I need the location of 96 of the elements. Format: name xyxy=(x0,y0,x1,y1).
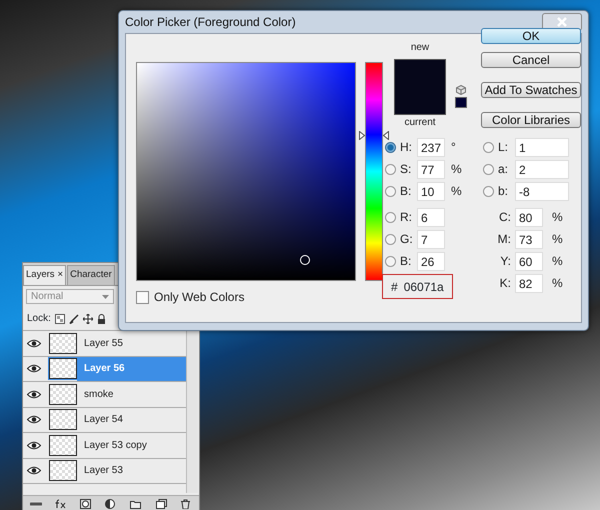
field-label: Y: xyxy=(499,253,512,270)
input-field[interactable]: 73 xyxy=(515,230,543,248)
field-label: S: xyxy=(400,161,412,178)
radio-button[interactable] xyxy=(385,256,396,266)
input-field[interactable]: 10 xyxy=(417,182,445,200)
dialog-button[interactable]: Cancel xyxy=(481,52,581,68)
panel-tab[interactable]: Layers × xyxy=(23,265,66,285)
color-field[interactable] xyxy=(136,62,356,281)
unit-label: % xyxy=(552,209,563,226)
dialog-button[interactable]: Add To Swatches xyxy=(481,82,581,98)
new-label: new xyxy=(410,41,430,55)
current-label: current xyxy=(404,116,436,130)
layer-thumbnail[interactable] xyxy=(49,358,77,380)
layer-name[interactable]: Layer 55 xyxy=(77,331,186,356)
unit-label: % xyxy=(552,253,563,270)
eye-icon[interactable] xyxy=(27,338,41,348)
layer-name[interactable]: Layer 53 copy xyxy=(77,433,186,458)
field-label: B: xyxy=(400,183,412,200)
input-field[interactable]: 7 xyxy=(417,230,445,248)
layer-thumbnail[interactable] xyxy=(49,332,77,354)
field-label: B: xyxy=(400,253,412,270)
layer-thumbnail[interactable] xyxy=(49,460,77,482)
field-label: a: xyxy=(498,161,510,178)
input-field[interactable]: 2 xyxy=(515,160,569,178)
unit-label: % xyxy=(552,275,563,292)
field-label: R: xyxy=(400,209,413,226)
adjustment-icon[interactable] xyxy=(104,498,117,508)
eye-icon[interactable] xyxy=(27,466,41,476)
radio-button[interactable] xyxy=(385,212,396,222)
hex-label: # xyxy=(391,278,398,296)
eye-icon[interactable] xyxy=(27,364,41,374)
window-title: Color Picker (Foreground Color) xyxy=(125,14,296,31)
trash-icon[interactable] xyxy=(180,498,192,508)
field-label: L: xyxy=(498,139,510,156)
eye-icon[interactable] xyxy=(27,390,41,399)
layer-name[interactable]: smoke xyxy=(77,382,186,406)
brush-icon[interactable] xyxy=(68,314,79,324)
tab-label: Layers xyxy=(26,268,55,282)
hex-value: 06071a xyxy=(404,278,444,296)
input-field[interactable]: 82 xyxy=(515,274,543,292)
close-icon xyxy=(557,17,567,27)
layer-name[interactable]: Layer 54 xyxy=(77,408,186,432)
radio-button[interactable] xyxy=(385,234,396,244)
hue-slider-track[interactable] xyxy=(365,62,383,281)
input-field[interactable]: 77 xyxy=(417,160,445,178)
radio-button[interactable] xyxy=(385,142,396,152)
unit-label: % xyxy=(552,231,563,248)
tab-close[interactable]: × xyxy=(58,268,64,283)
checkbox[interactable] xyxy=(136,290,149,304)
input-field[interactable]: 26 xyxy=(417,252,445,270)
input-field[interactable]: 80 xyxy=(515,208,543,226)
checkbox-label: Only Web Colors xyxy=(154,289,244,306)
layer-thumbnail[interactable] xyxy=(49,409,77,430)
unit-label: % xyxy=(451,183,462,200)
web-safe-swatch[interactable] xyxy=(455,97,467,108)
picker-circle[interactable] xyxy=(300,255,310,265)
move-icon[interactable] xyxy=(82,314,93,324)
eye-icon[interactable] xyxy=(27,440,41,450)
folder-icon[interactable] xyxy=(130,498,142,508)
ok-button[interactable]: OK xyxy=(481,28,581,44)
blend-mode-value: Normal xyxy=(31,290,64,304)
unit-label: ° xyxy=(451,139,456,156)
input-field[interactable]: 1 xyxy=(515,138,569,156)
hex-field[interactable]: # 06071a xyxy=(382,274,453,299)
radio-button[interactable] xyxy=(385,164,396,174)
input-field[interactable]: -8 xyxy=(515,182,569,200)
field-label: H: xyxy=(400,139,413,156)
hue-slider-thumb[interactable] xyxy=(359,131,389,140)
input-field[interactable]: 6 xyxy=(417,208,445,226)
new-layer-icon[interactable] xyxy=(155,498,168,508)
field-label: G: xyxy=(400,231,414,248)
layer-thumbnail[interactable] xyxy=(49,434,77,456)
layer-thumbnail[interactable] xyxy=(49,384,77,405)
mask-icon[interactable] xyxy=(80,498,92,508)
radio-button[interactable] xyxy=(483,186,494,196)
input-field[interactable]: 237 xyxy=(417,138,445,156)
radio-button[interactable] xyxy=(483,142,494,152)
input-field[interactable]: 60 xyxy=(515,252,543,270)
field-label: M: xyxy=(496,231,512,248)
unit-label: % xyxy=(451,161,462,178)
new-color-swatch xyxy=(394,59,446,89)
current-color-swatch xyxy=(394,89,446,115)
radio-button[interactable] xyxy=(483,164,494,174)
radio-button[interactable] xyxy=(385,186,396,196)
field-label: b: xyxy=(498,183,510,200)
lock-icon[interactable] xyxy=(96,314,106,324)
field-label: C: xyxy=(498,209,512,226)
fx-icon[interactable] xyxy=(54,498,67,508)
eye-icon[interactable] xyxy=(27,415,41,424)
lock-label: Lock: xyxy=(27,312,51,326)
cube-icon xyxy=(456,85,466,95)
field-label: K: xyxy=(498,275,512,292)
dialog-button[interactable]: Color Libraries xyxy=(481,112,581,128)
layer-name[interactable]: Layer 53 xyxy=(77,458,186,483)
caret-icon xyxy=(102,294,109,298)
checkerboard-icon[interactable] xyxy=(54,314,65,324)
